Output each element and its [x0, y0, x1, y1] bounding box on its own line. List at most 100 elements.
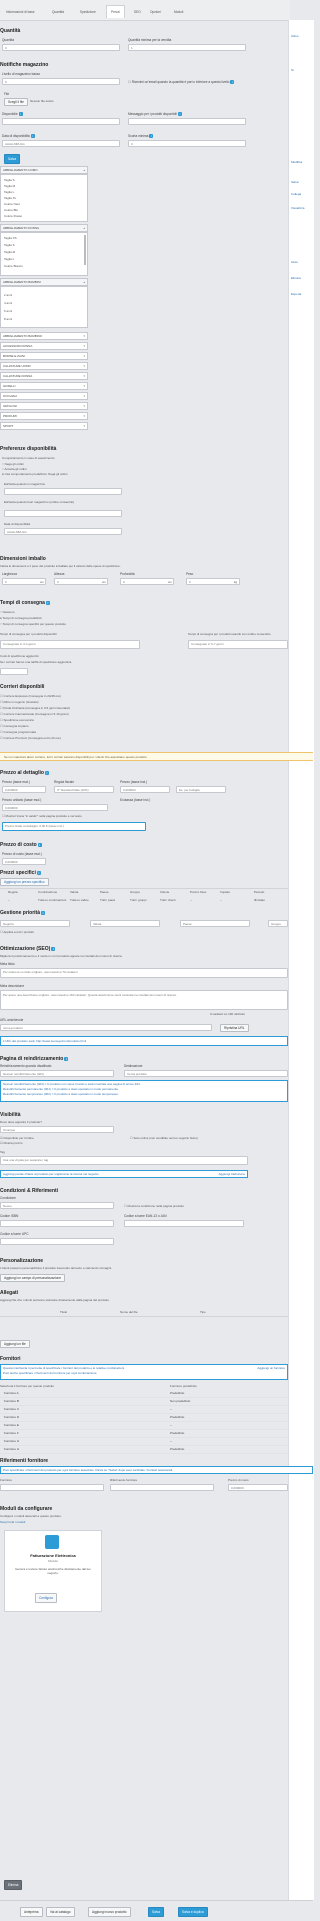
supplier-row[interactable]: Fornitore G --: [0, 1438, 288, 1446]
priority-select[interactable]: Negozio: [0, 920, 70, 927]
carrier-checkbox[interactable]: ☐ Spedizione economica: [0, 718, 34, 722]
side-item[interactable]: Salva: [291, 180, 299, 184]
supplier-row[interactable]: Fornitore A Predefinito: [0, 1390, 288, 1398]
email-checkbox[interactable]: ☐: [128, 80, 131, 84]
instock-input[interactable]: [4, 488, 122, 495]
tab-quantities[interactable]: Quantità: [52, 6, 64, 18]
combo-option[interactable]: Taglia L: [4, 190, 14, 194]
save-footer-button[interactable]: Salva: [148, 1907, 164, 1917]
tab-shipping[interactable]: Spedizione: [80, 6, 96, 18]
available-now-input[interactable]: [2, 118, 120, 125]
choose-file-button[interactable]: Scegli il file: [4, 98, 28, 106]
availability-date-input[interactable]: AAAA-MM-GG: [2, 140, 120, 147]
side-item[interactable]: Elimina: [291, 276, 301, 280]
combo-option[interactable]: Colore Nero: [4, 202, 20, 206]
per-input[interactable]: Es. per bottiglia: [176, 786, 226, 793]
visibility-option[interactable]: ☐ Solo online (non vendibile nel tuo neg…: [130, 1136, 198, 1140]
extra-costs-input[interactable]: [0, 668, 28, 675]
email-alert-label[interactable]: ☐ Ricevimi un'email quando la quantità è…: [128, 80, 235, 85]
supplier-row[interactable]: Fornitore F Predefinito: [0, 1430, 288, 1438]
supplier-ref-input[interactable]: [0, 1484, 104, 1491]
min-stock-input[interactable]: 0: [128, 140, 246, 147]
side-item[interactable]: Aiuto: [291, 260, 298, 264]
tab-seo[interactable]: SEO: [134, 6, 141, 18]
combo-option[interactable]: 4 anni: [4, 301, 12, 305]
tax-excl-input[interactable]: 0,000000: [2, 786, 46, 793]
quantity-input[interactable]: 0: [2, 44, 120, 51]
accordion-header[interactable]: PROFUMI ▾: [0, 412, 88, 420]
weight-input[interactable]: 0: [186, 578, 240, 585]
add-specific-price-button[interactable]: Aggiungi un prezzo specifico: [0, 878, 49, 886]
combo-group-list[interactable]: 2 anni 4 anni 6 anni 8 anni: [0, 286, 88, 328]
on-sale-checkbox[interactable]: ☐ Mostra l'icona "in saldo!" nella pagin…: [2, 814, 82, 818]
tab-options[interactable]: Opzioni: [150, 6, 161, 18]
height-input[interactable]: 0: [54, 578, 108, 585]
scrollbar[interactable]: [84, 235, 86, 265]
side-item[interactable]: Sì: [291, 68, 294, 72]
combo-option[interactable]: Taglia XL: [4, 196, 16, 200]
carrier-checkbox[interactable]: ☐ Ritiro in negozio (Gratuito): [0, 700, 39, 704]
redirect-type-select[interactable]: Nessun reindirizzamento (404): [0, 1070, 114, 1077]
redirect-target-input[interactable]: Cerca prodotto: [124, 1070, 288, 1077]
delivery-option[interactable]: ○ Tempi di consegna specifici per questo…: [0, 622, 66, 626]
ean-input[interactable]: [124, 1220, 244, 1227]
meta-desc-input[interactable]: Per avere una descrizione migliore, usa …: [0, 990, 288, 1010]
accordion-header[interactable]: SPORT ▾: [0, 422, 88, 430]
oos-input[interactable]: [4, 510, 122, 517]
delivery-option[interactable]: ○ Nessuno: [0, 610, 15, 614]
tab-basic[interactable]: Informazioni di base: [6, 6, 35, 18]
side-item[interactable]: Esporta: [291, 292, 301, 296]
delivery-instock-input[interactable]: Consegnato in 3-4 giorni: [0, 640, 140, 649]
add-translation-link[interactable]: Aggiungi traduzione: [218, 1172, 245, 1177]
combo-option[interactable]: 8 anni: [4, 317, 12, 321]
unit-price-input[interactable]: 0,000000: [2, 804, 108, 811]
tax-incl-input[interactable]: 0,000000: [120, 786, 170, 793]
module-configure-button[interactable]: Configura: [35, 1593, 57, 1603]
carrier-checkbox[interactable]: ☐ Consegna programmata: [0, 730, 36, 734]
priority-select[interactable]: Paese: [180, 920, 250, 927]
combo-group-header[interactable]: ABBIGLIAMENTO UOMO ▴: [0, 166, 88, 174]
tab-prices[interactable]: Prezzi: [106, 5, 125, 18]
visibility-option[interactable]: ☑ Disponibile per l'ordine: [0, 1136, 34, 1140]
combo-group-list[interactable]: Taglia S Taglia M Taglia L Taglia XL Col…: [0, 174, 88, 222]
behavior-option[interactable]: ○ Nega gli ordini: [2, 462, 24, 466]
supplier-row[interactable]: Fornitore B Non predefinito: [0, 1398, 288, 1406]
tax-rule-select[interactable]: IT Standard Rate (22%): [54, 786, 114, 793]
add-custom-field-button[interactable]: Aggiungi un campo di personalizzazione: [0, 1274, 66, 1282]
priority-select[interactable]: Gruppo: [268, 920, 288, 927]
preview-button[interactable]: Anteprima: [20, 1907, 43, 1917]
visibility-select[interactable]: Ovunque: [0, 1126, 114, 1133]
carrier-checkbox[interactable]: ☐ Corriere Premium (Consegna entro 24 or…: [0, 736, 61, 740]
module-link[interactable]: Scopri tutti i moduli: [0, 1520, 25, 1524]
upc-input[interactable]: [0, 1238, 114, 1245]
supplier-ref-input[interactable]: [110, 1484, 214, 1491]
combo-option[interactable]: Taglia S: [4, 243, 15, 247]
side-item[interactable]: Collega: [291, 192, 301, 196]
behavior-option[interactable]: ○ Accetta gli ordini: [2, 467, 27, 471]
supplier-cost-input[interactable]: 0,000000: [228, 1484, 288, 1491]
combo-group-header[interactable]: ABBIGLIAMENTO DONNA ▴: [0, 224, 88, 232]
side-item[interactable]: Attivo: [291, 34, 299, 38]
depth-input[interactable]: 0: [120, 578, 174, 585]
side-item[interactable]: Visualizza: [291, 206, 304, 210]
combo-option[interactable]: Taglia S: [4, 178, 15, 182]
accordion-header[interactable]: CALZATURE DONNA ▾: [0, 372, 88, 380]
save-button[interactable]: Salva: [4, 154, 20, 164]
combo-option[interactable]: Taglia M: [4, 250, 15, 254]
accordion-header[interactable]: OCCHIALI ▾: [0, 392, 88, 400]
carrier-checkbox[interactable]: ☐ Corriere Internazionale (Consegna in 5…: [0, 712, 69, 716]
add-product-button[interactable]: Aggiungi nuovo prodotto: [88, 1907, 131, 1917]
tab-modules[interactable]: Moduli: [174, 6, 183, 18]
accordion-header[interactable]: GIOIELLI ▾: [0, 382, 88, 390]
combo-option[interactable]: Colore Bianco: [4, 264, 23, 268]
condition-select[interactable]: Nuovo: [0, 1202, 114, 1209]
combo-option[interactable]: Taglia M: [4, 184, 15, 188]
low-stock-input[interactable]: 0: [2, 78, 120, 85]
delete-button[interactable]: Elimina: [4, 1880, 23, 1890]
delivery-option[interactable]: ● Tempi di consegna predefiniti: [0, 616, 41, 620]
supplier-row[interactable]: Fornitore C --: [0, 1406, 288, 1414]
carrier-checkbox[interactable]: ☐ Posta Ordinaria (Consegna in 3-5 giorn…: [0, 706, 70, 710]
combo-group-list[interactable]: Taglia XS Taglia S Taglia M Taglia L Col…: [0, 232, 88, 276]
carrier-checkbox[interactable]: ☐ Consegna al piano: [0, 724, 29, 728]
apply-all-checkbox[interactable]: ☐ Applica a tutti i prodotti: [0, 930, 34, 934]
